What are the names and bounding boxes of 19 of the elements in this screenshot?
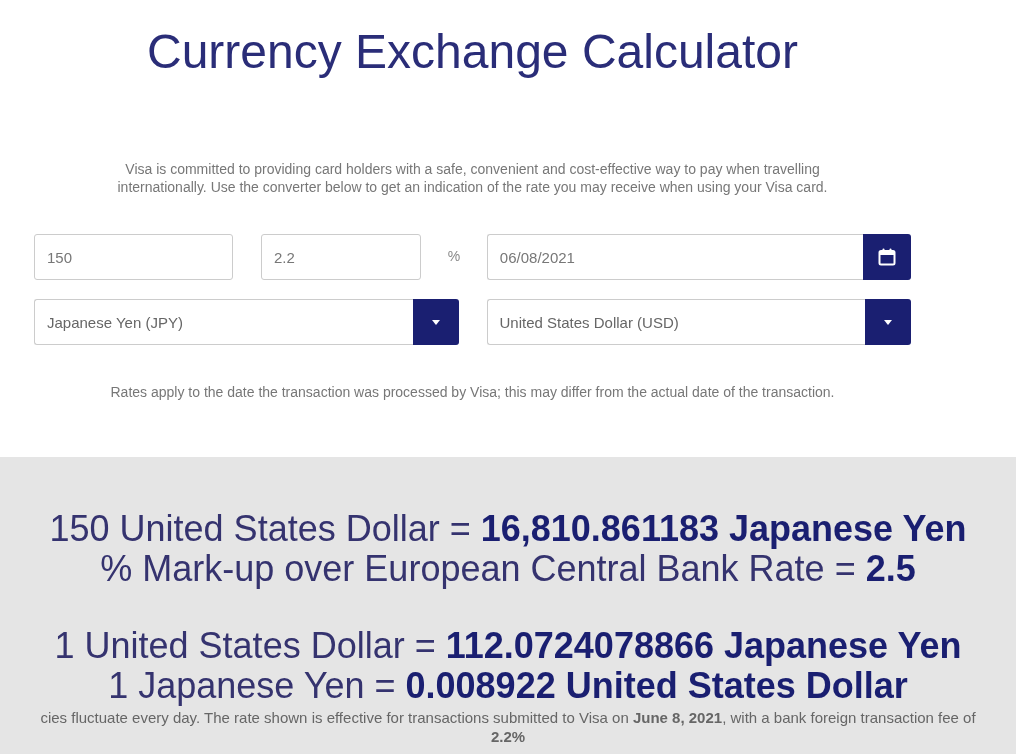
calendar-icon: [878, 248, 896, 266]
result-line: 1 Japanese Yen = 0.008922 United States Dollar: [108, 666, 908, 706]
result-line: 1 United States Dollar = 112.0724078866 Japanese Yen: [54, 626, 962, 666]
to-currency-select[interactable]: United States Dollar (USD): [486, 299, 865, 345]
caret-icon: [431, 319, 440, 325]
fee-field[interactable]: 2.2: [261, 234, 421, 280]
from-currency-select[interactable]: Japanese Yen (JPY): [34, 299, 413, 345]
rate-footnote: cies fluctuate every day. The rate shown is effective for transactions submitted to Visa on June 8, 2021, with a bank foreign transaction fee of 2.2%: [39, 708, 977, 746]
result-line: 150 United States Dollar = 16,810.861183 Japanese Yen: [49, 509, 967, 549]
page-title: Currency Exchange Calculator: [146, 24, 799, 80]
dropdown-button[interactable]: [412, 299, 459, 345]
percent-label: %: [447, 247, 461, 266]
amount-field[interactable]: 150: [34, 234, 233, 280]
intro-text: Visa is committed to providing card holders with a safe, convenient and cost-effective way to pay when travelling internationally. Use the converter below to get an indication of the rate you may receive when using your Visa card.: [116, 160, 829, 196]
date-field[interactable]: 06/08/2021: [486, 234, 863, 280]
rates-note: Rates apply to the date the transaction was processed by Visa; this may differ from the actual date of the transaction.: [109, 383, 836, 401]
calendar-button[interactable]: [863, 234, 911, 280]
caret-icon: [884, 319, 892, 325]
result-line: % Mark-up over European Central Bank Rate = 2.5: [100, 549, 916, 589]
